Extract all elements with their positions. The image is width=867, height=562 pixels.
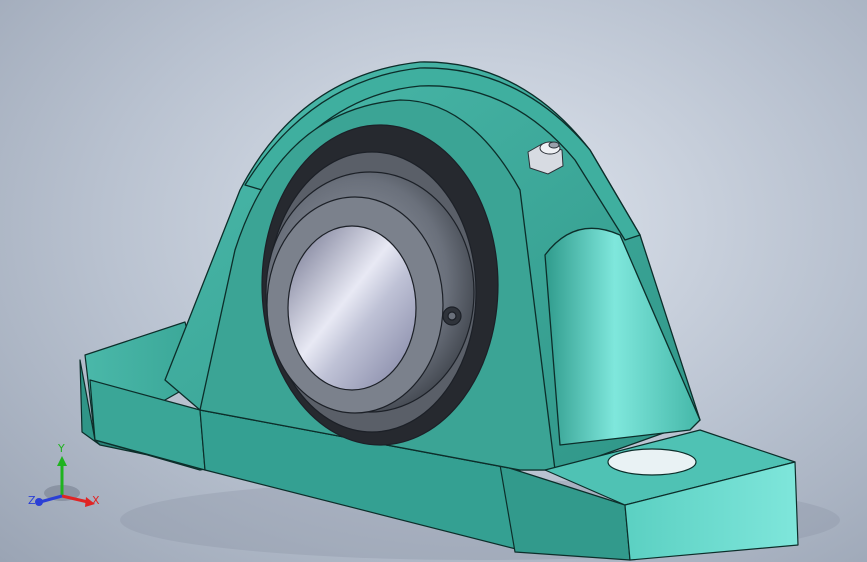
axis-triad[interactable]: Y X Z: [24, 438, 114, 518]
z-axis-label: Z: [28, 494, 36, 507]
bearing-insert[interactable]: [261, 124, 499, 446]
triad-graphic: [35, 456, 95, 507]
bore: [287, 225, 417, 391]
bearing-model[interactable]: [0, 0, 867, 562]
mounting-hole: [607, 448, 697, 476]
x-axis-label: X: [92, 494, 100, 507]
y-axis-label: Y: [58, 442, 65, 455]
3d-viewport[interactable]: Y X Z: [0, 0, 867, 562]
